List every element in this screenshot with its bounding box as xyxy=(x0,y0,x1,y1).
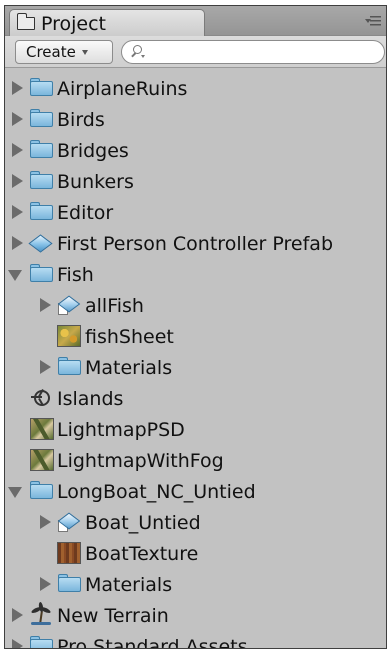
texture-icon xyxy=(30,418,54,440)
search-input[interactable] xyxy=(121,40,385,64)
expand-arrow-icon[interactable] xyxy=(10,204,24,220)
panel-menu-icon[interactable] xyxy=(365,14,381,28)
tree-item-allfish[interactable]: allFish xyxy=(5,290,386,321)
tree-item-label: First Person Controller Prefab xyxy=(57,232,334,255)
tree-item-editor[interactable]: Editor xyxy=(5,197,386,228)
tree-item-label: fishSheet xyxy=(85,325,174,348)
tree-item-label: Materials xyxy=(85,356,173,379)
folder-icon xyxy=(29,77,53,97)
tree-item-airplaneruins[interactable]: AirplaneRuins xyxy=(5,73,386,104)
terrain-icon xyxy=(29,601,53,626)
tree-item-pro-standard-assets[interactable]: Pro Standard Assets xyxy=(5,631,386,649)
tree-item-label: LightmapWithFog xyxy=(57,449,224,472)
expand-arrow-icon[interactable] xyxy=(38,297,52,313)
tree-item-boat-untied[interactable]: Boat_Untied xyxy=(5,507,386,538)
tree-item-label: Materials xyxy=(85,573,173,596)
chevron-down-icon xyxy=(81,49,88,55)
collapse-arrow-icon[interactable] xyxy=(8,483,22,499)
model-icon xyxy=(57,295,81,315)
texture-icon xyxy=(57,542,81,564)
tree-item-label: New Terrain xyxy=(57,604,169,627)
project-panel: Project Create AirplaneRuins Birds Bridg… xyxy=(4,5,387,649)
search-icon[interactable] xyxy=(130,45,145,59)
tree-item-islands[interactable]: Islands xyxy=(5,383,386,414)
expand-arrow-icon[interactable] xyxy=(10,607,24,623)
tree-item-materials[interactable]: Materials xyxy=(5,352,386,383)
expand-arrow-icon[interactable] xyxy=(38,576,52,592)
tree-item-fish[interactable]: Fish xyxy=(5,259,386,290)
folder-icon xyxy=(16,13,35,30)
folder-icon xyxy=(29,263,53,283)
folder-icon xyxy=(29,170,53,190)
folder-icon xyxy=(57,356,81,376)
tree-item-label: Bunkers xyxy=(57,170,134,193)
tree-item-lightmapwithfog[interactable]: LightmapWithFog xyxy=(5,445,386,476)
tree-item-first-person-controller-prefab[interactable]: First Person Controller Prefab xyxy=(5,228,386,259)
create-button-label: Create xyxy=(26,43,76,61)
model-icon xyxy=(57,512,81,532)
toolbar: Create xyxy=(5,36,386,68)
folder-icon xyxy=(29,108,53,128)
tree-item-longboat-nc-untied[interactable]: LongBoat_NC_Untied xyxy=(5,476,386,507)
tree-item-boattexture[interactable]: BoatTexture xyxy=(5,538,386,569)
tree-item-label: AirplaneRuins xyxy=(57,77,188,100)
tree-item-label: BoatTexture xyxy=(85,542,199,565)
tree-item-label: Editor xyxy=(57,201,114,224)
tree-item-lightmappsd[interactable]: LightmapPSD xyxy=(5,414,386,445)
prefab-icon xyxy=(28,233,53,253)
expand-arrow-icon[interactable] xyxy=(38,514,52,530)
expand-arrow-icon[interactable] xyxy=(10,235,24,251)
folder-icon xyxy=(29,201,53,221)
tree-item-bridges[interactable]: Bridges xyxy=(5,135,386,166)
tree-item-bunkers[interactable]: Bunkers xyxy=(5,166,386,197)
expand-arrow-icon[interactable] xyxy=(10,142,24,158)
folder-icon xyxy=(29,635,53,648)
expand-arrow-icon[interactable] xyxy=(10,111,24,127)
expand-arrow-icon[interactable] xyxy=(10,173,24,189)
expand-arrow-icon[interactable] xyxy=(10,80,24,96)
folder-icon xyxy=(29,480,53,500)
collapse-arrow-icon[interactable] xyxy=(8,266,22,282)
folder-icon xyxy=(57,573,81,593)
tree-item-fishsheet[interactable]: fishSheet xyxy=(5,321,386,352)
tab-bar: Project xyxy=(5,6,386,37)
texture-icon xyxy=(57,325,81,347)
create-button[interactable]: Create xyxy=(15,40,113,64)
tree-item-label: Fish xyxy=(57,263,94,286)
tree-item-new-terrain[interactable]: New Terrain xyxy=(5,600,386,631)
tree-item-label: Bridges xyxy=(57,139,129,162)
tree-item-label: LightmapPSD xyxy=(57,418,185,441)
tree-item-label: Boat_Untied xyxy=(85,511,201,534)
texture-icon xyxy=(30,449,54,471)
tree-item-label: LongBoat_NC_Untied xyxy=(57,480,256,503)
tab-project[interactable]: Project xyxy=(9,9,205,37)
tree-item-label: Birds xyxy=(57,108,105,131)
unity-scene-icon xyxy=(31,387,53,409)
expand-arrow-icon[interactable] xyxy=(38,359,52,375)
tree-item-label: Islands xyxy=(57,387,124,410)
tree-item-materials[interactable]: Materials xyxy=(5,569,386,600)
tree-item-label: allFish xyxy=(85,294,144,317)
expand-arrow-icon[interactable] xyxy=(10,638,24,648)
tree-item-label: Pro Standard Assets xyxy=(57,635,248,649)
tab-title: Project xyxy=(41,12,107,35)
folder-icon xyxy=(29,139,53,159)
tree-item-birds[interactable]: Birds xyxy=(5,104,386,135)
